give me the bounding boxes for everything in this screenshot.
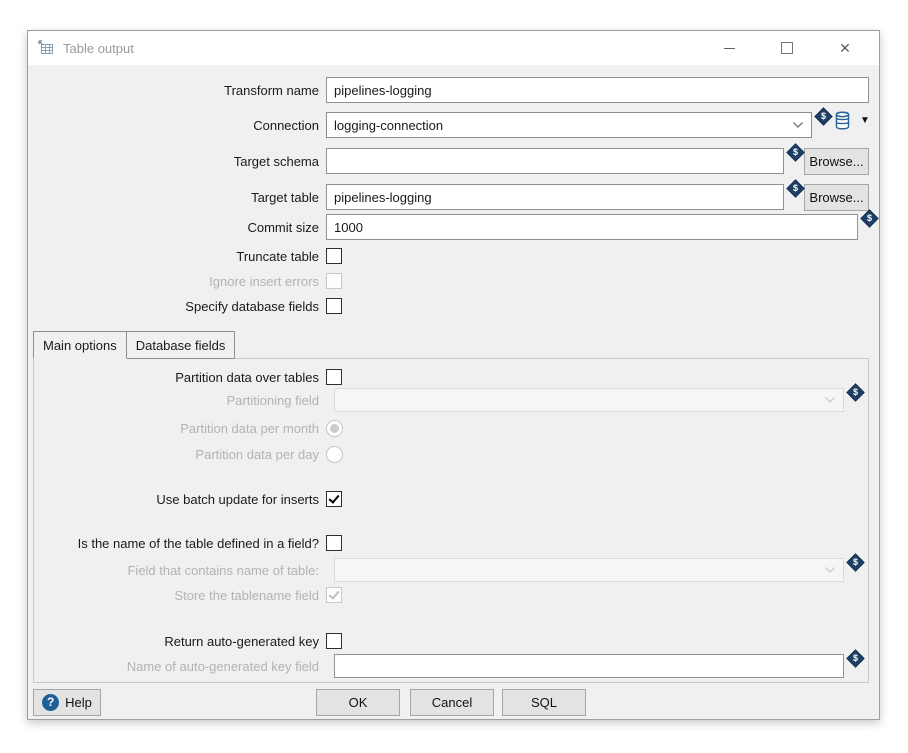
help-question-icon: ? [42,694,59,711]
variable-indicator-icon: $ [786,143,804,161]
screen-background: Table output ✕ Transform name Connection… [0,0,908,753]
auto-key-field-label: Name of auto-generated key field [28,659,326,674]
specify-database-fields-row: Specify database fields [28,297,881,315]
connection-label: Connection [28,118,326,133]
specify-database-fields-checkbox[interactable] [326,298,342,314]
transform-name-label: Transform name [28,83,326,98]
chevron-down-icon [824,566,836,574]
partition-per-day-radio [326,446,343,463]
commit-size-label: Commit size [28,220,326,235]
target-schema-row: Target schema $ Browse... [28,148,881,174]
target-schema-input[interactable] [326,148,784,174]
store-tablename-checkbox [326,587,342,603]
database-icon[interactable] [834,111,851,130]
target-schema-browse-button[interactable]: Browse... [804,148,869,175]
connection-value: logging-connection [334,118,443,133]
truncate-table-row: Truncate table [28,247,881,265]
target-table-input[interactable] [326,184,784,210]
options-tabbar: Main options Database fields [33,331,235,359]
partitioning-field-row: Partitioning field $ [28,388,881,412]
chevron-down-icon [824,396,836,404]
sql-button[interactable]: SQL [502,689,586,716]
truncate-table-label: Truncate table [28,249,326,264]
auto-key-field-input[interactable] [334,654,844,678]
return-auto-key-checkbox[interactable] [326,633,342,649]
ok-button[interactable]: OK [316,689,400,716]
table-output-icon [38,40,54,56]
minimize-button[interactable] [718,39,740,57]
maximize-icon [781,42,793,54]
table-name-in-field-checkbox[interactable] [326,535,342,551]
store-tablename-label: Store the tablename field [28,588,326,603]
titlebar: Table output ✕ [28,31,879,65]
return-auto-key-row: Return auto-generated key [28,632,881,650]
return-auto-key-label: Return auto-generated key [28,634,326,649]
partition-per-month-row: Partition data per month [28,419,881,437]
cancel-button[interactable]: Cancel [410,689,494,716]
auto-key-field-row: Name of auto-generated key field $ [28,654,881,678]
partition-per-month-radio [326,420,343,437]
use-batch-update-checkbox[interactable] [326,491,342,507]
ignore-insert-errors-checkbox [326,273,342,289]
partition-per-day-label: Partition data per day [28,447,326,462]
partitioning-field-label: Partitioning field [28,393,326,408]
connection-menu-caret-icon[interactable]: ▼ [860,116,870,126]
table-name-in-field-row: Is the name of the table defined in a fi… [28,534,881,552]
connection-combo[interactable]: logging-connection [326,112,812,138]
minimize-icon [724,48,735,49]
ignore-insert-errors-row: Ignore insert errors [28,272,881,290]
transform-name-input[interactable] [326,77,869,103]
window-title: Table output [63,41,134,56]
partition-per-month-label: Partition data per month [28,421,326,436]
target-schema-label: Target schema [28,154,326,169]
target-table-label: Target table [28,190,326,205]
partition-over-tables-checkbox[interactable] [326,369,342,385]
variable-indicator-icon: $ [860,209,878,227]
close-icon: ✕ [839,41,851,55]
partition-over-tables-label: Partition data over tables [28,370,326,385]
close-button[interactable]: ✕ [834,39,856,57]
specify-database-fields-label: Specify database fields [28,299,326,314]
field-with-table-name-combo [334,558,844,582]
target-table-browse-button[interactable]: Browse... [804,184,869,211]
variable-indicator-icon: $ [786,179,804,197]
truncate-table-checkbox[interactable] [326,248,342,264]
connection-row: Connection logging-connection $ [28,112,881,138]
table-output-dialog: Table output ✕ Transform name Connection… [27,30,880,720]
table-name-in-field-label: Is the name of the table defined in a fi… [28,536,326,551]
target-table-row: Target table $ Browse... [28,184,881,210]
variable-indicator-icon: $ [814,107,832,125]
partition-over-tables-row: Partition data over tables [28,368,881,386]
use-batch-update-label: Use batch update for inserts [28,492,326,507]
maximize-button[interactable] [776,39,798,57]
tab-main-options[interactable]: Main options [33,331,127,359]
ignore-insert-errors-label: Ignore insert errors [28,274,326,289]
field-with-table-name-label: Field that contains name of table: [28,563,326,578]
transform-name-row: Transform name [28,77,881,103]
partitioning-field-combo [334,388,844,412]
commit-size-input[interactable] [326,214,858,240]
help-button-label: Help [65,695,92,710]
partition-per-day-row: Partition data per day [28,445,881,463]
use-batch-update-row: Use batch update for inserts [28,490,881,508]
field-with-table-name-row: Field that contains name of table: $ [28,558,881,582]
chevron-down-icon [792,121,804,129]
help-button[interactable]: ? Help [33,689,101,716]
store-tablename-row: Store the tablename field [28,586,881,604]
tab-database-fields[interactable]: Database fields [126,331,236,359]
commit-size-row: Commit size $ [28,214,881,240]
